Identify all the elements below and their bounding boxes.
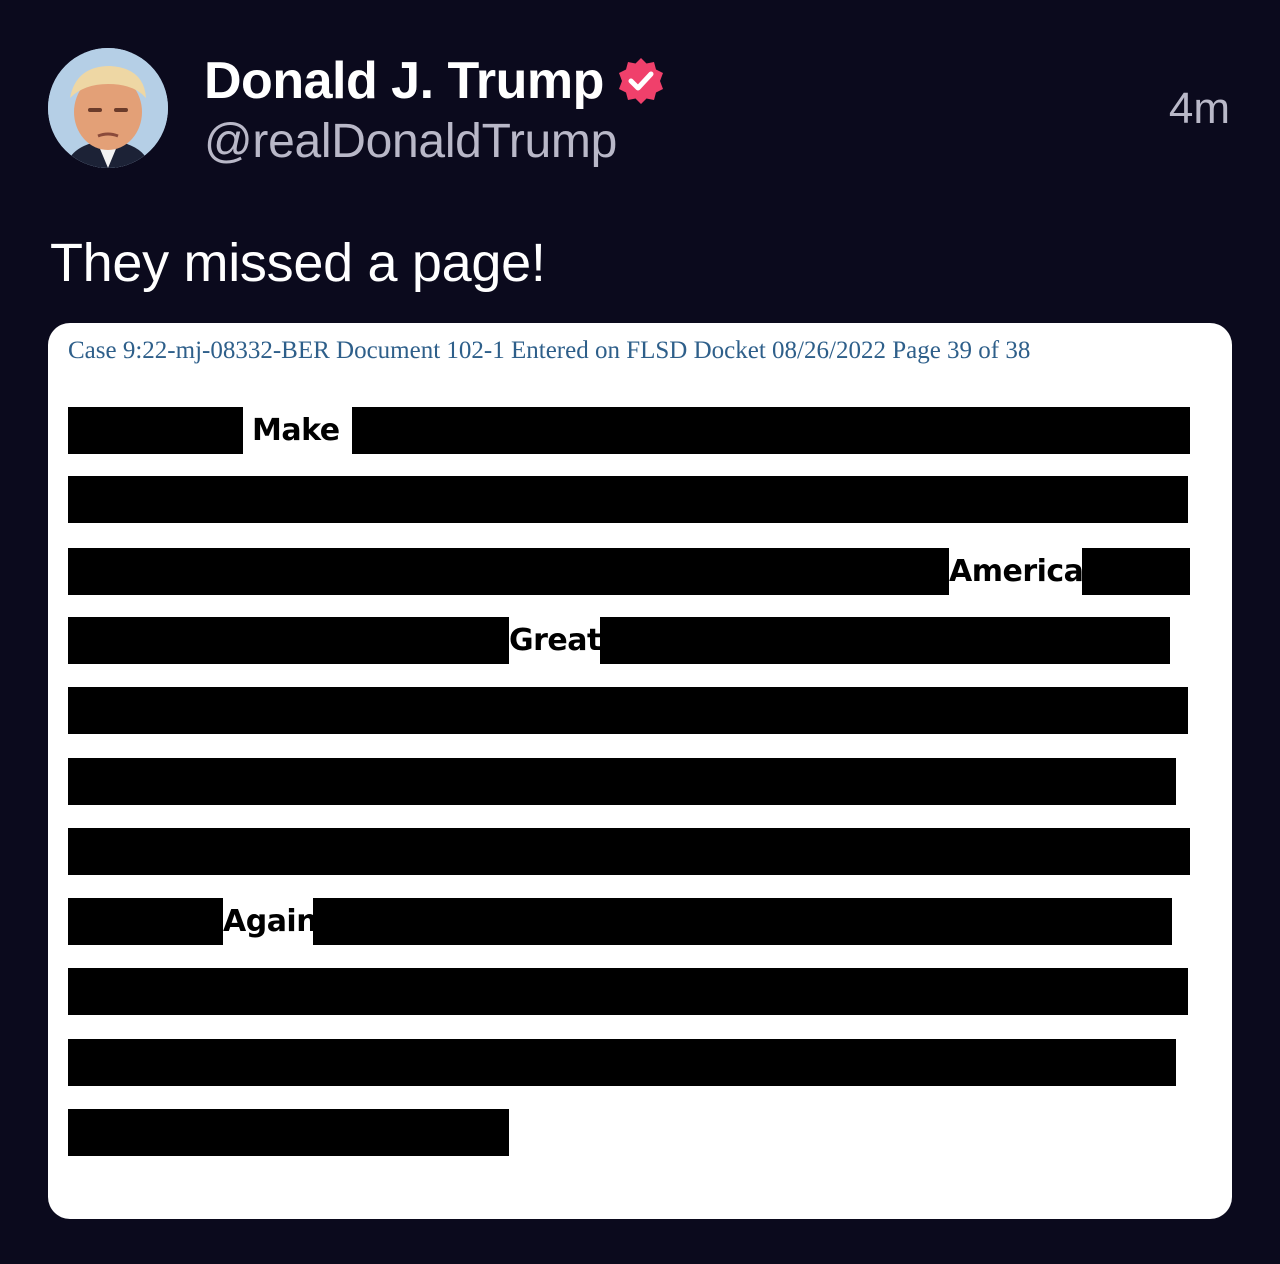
redaction-bar [68,1039,1176,1086]
visible-word-make: Make [252,413,340,448]
author-avatar[interactable] [48,48,168,168]
redaction-bar [600,617,1170,664]
redaction-bar [313,898,1172,945]
post-media-document[interactable]: Case 9:22-mj-08332-BER Document 102-1 En… [48,323,1232,1219]
redaction-bar [68,968,1188,1015]
author-display-name[interactable]: Donald J. Trump [204,51,604,111]
post-text: They missed a page! [50,233,546,293]
verified-badge-icon [616,56,666,106]
redaction-bar [68,407,243,454]
redaction-bar [68,476,1188,523]
visible-word-again: Again [223,904,318,939]
author-name-row: Donald J. Trump [204,48,666,114]
post-timestamp[interactable]: 4m [1169,84,1230,134]
redaction-bar [68,898,223,945]
visible-word-america: America [949,554,1084,589]
redaction-bar [68,548,949,595]
redaction-bar [68,687,1188,734]
document-header: Case 9:22-mj-08332-BER Document 102-1 En… [68,337,1031,364]
redaction-bar [68,617,509,664]
visible-word-great: Great [509,623,601,658]
redaction-bar [68,828,1190,875]
author-handle[interactable]: @realDonaldTrump [204,114,617,169]
redaction-bar [1082,548,1190,595]
avatar-photo [48,48,168,168]
redaction-bar [68,1109,509,1156]
redaction-bar [68,758,1176,805]
redaction-bar [352,407,1190,454]
